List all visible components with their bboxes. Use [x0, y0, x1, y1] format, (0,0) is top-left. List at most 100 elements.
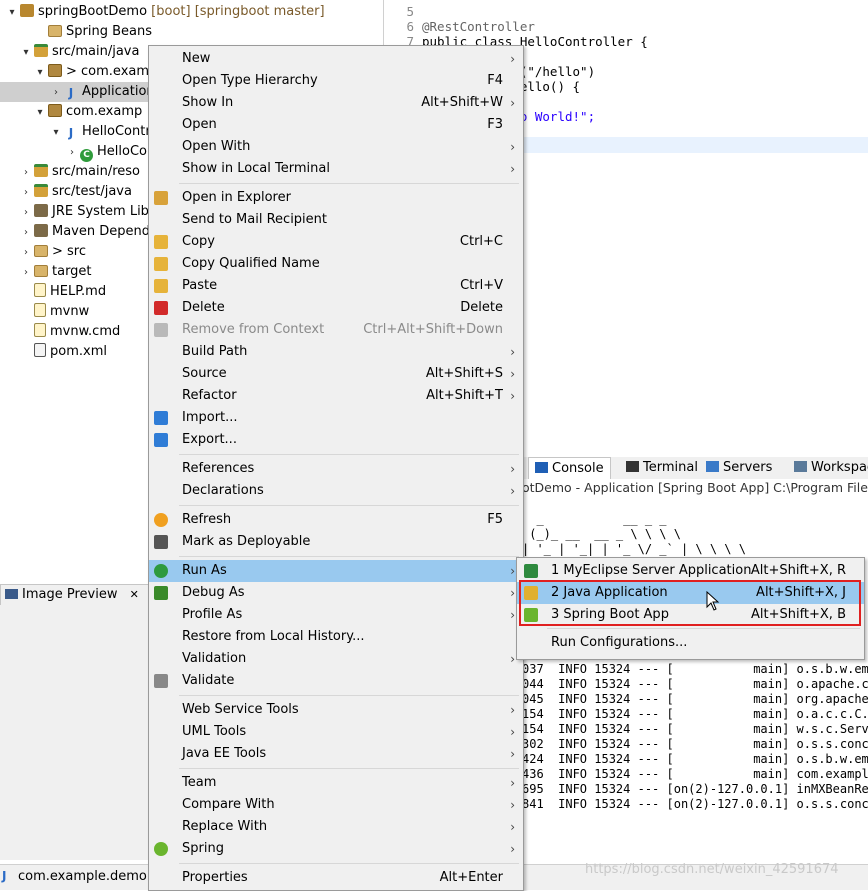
chevron-right-icon: ›: [510, 703, 515, 717]
tree-item[interactable]: › J Application: [0, 82, 155, 103]
menu-item-refactor[interactable]: Refactor Alt+Shift+T ›: [149, 385, 523, 407]
menu-item-validate[interactable]: Validate: [149, 670, 523, 692]
menu-item-uml-tools[interactable]: UML Tools ›: [149, 721, 523, 743]
library-icon: [34, 224, 48, 237]
tree-item[interactable]: ▾ src/main/java: [0, 42, 139, 62]
menu-item-references[interactable]: References ›: [149, 458, 523, 480]
expand-arrow-icon[interactable]: ›: [20, 183, 32, 203]
tab-image-preview[interactable]: Image Preview ✕: [0, 584, 150, 606]
console-banner-line: | '_ | '_| | '_ \/ _` | \ \ \ \: [522, 542, 746, 556]
menu-item-label: Open in Explorer: [182, 190, 291, 205]
menu-item-refresh[interactable]: Refresh F5: [149, 509, 523, 531]
menu-item-validation[interactable]: Validation ›: [149, 648, 523, 670]
expand-arrow-icon[interactable]: ›: [20, 203, 32, 223]
expand-arrow-icon[interactable]: ▾: [20, 43, 32, 63]
menu-item-spring[interactable]: Spring ›: [149, 838, 523, 860]
tree-item[interactable]: pom.xml: [0, 342, 107, 362]
menu-item-label: Import...: [182, 410, 238, 425]
paste-icon: [154, 279, 168, 293]
expand-arrow-icon[interactable]: ›: [20, 263, 32, 283]
menu-item-web-service-tools[interactable]: Web Service Tools ›: [149, 699, 523, 721]
menu-item-declarations[interactable]: Declarations ›: [149, 480, 523, 502]
menu-item-open-with[interactable]: Open With ›: [149, 136, 523, 158]
menu-item-replace-with[interactable]: Replace With ›: [149, 816, 523, 838]
menu-item-build-path[interactable]: Build Path ›: [149, 341, 523, 363]
tree-item[interactable]: ▾ com.examp: [0, 102, 142, 122]
expand-arrow-icon[interactable]: ›: [20, 223, 32, 243]
library-icon: [34, 204, 48, 217]
tree-item[interactable]: ▾ J HelloContr: [0, 122, 150, 143]
tree-item[interactable]: › C HelloCo: [0, 142, 147, 162]
menu-item-remove-from-context[interactable]: Remove from Context Ctrl+Alt+Shift+Down: [149, 319, 523, 341]
expand-arrow-icon[interactable]: ▾: [34, 63, 46, 83]
menu-item-label: Open With: [182, 139, 251, 154]
menu-item-label: Open: [182, 117, 217, 132]
console-log-line: 841 INFO 15324 --- [on(2)-127.0.0.1] o.s…: [522, 797, 868, 811]
menu-item-source[interactable]: Source Alt+Shift+S ›: [149, 363, 523, 385]
expand-arrow-icon[interactable]: ›: [50, 83, 62, 103]
menu-item-team[interactable]: Team ›: [149, 772, 523, 794]
expand-arrow-icon[interactable]: ›: [20, 163, 32, 183]
expand-arrow-icon[interactable]: ›: [66, 143, 78, 163]
tree-item[interactable]: › src/test/java: [0, 182, 132, 202]
tab-workspace[interactable]: Workspace: [794, 457, 868, 479]
expand-arrow-icon[interactable]: ▾: [34, 103, 46, 123]
menu-item-compare-with[interactable]: Compare With ›: [149, 794, 523, 816]
menu-item-paste[interactable]: Paste Ctrl+V: [149, 275, 523, 297]
menu-item-label: Refresh: [182, 512, 232, 527]
tree-item[interactable]: › src/main/reso: [0, 162, 140, 182]
tree-item[interactable]: › > src: [0, 242, 86, 262]
menu-item-java-ee-tools[interactable]: Java EE Tools ›: [149, 743, 523, 765]
tree-item[interactable]: ▾ springBootDemo [boot] [springboot maste…: [0, 2, 325, 22]
console-output[interactable]: _ __ _ _ (_)_ __ __ _ \ \ \ \ | '_ | '_| …: [522, 497, 868, 857]
menu-item-properties[interactable]: Properties Alt+Enter: [149, 867, 523, 889]
tree-item[interactable]: › Maven Depende: [0, 222, 158, 242]
tree-item-label: Maven Depende: [52, 224, 158, 239]
menu-item-delete[interactable]: Delete Delete: [149, 297, 523, 319]
expand-arrow-icon[interactable]: ▾: [6, 3, 18, 23]
file-icon: [34, 283, 46, 297]
xml-file-icon: [34, 343, 46, 357]
console-log-line: 302 INFO 15324 --- [ main] o.s.s.concu: [522, 737, 868, 751]
menu-item-show-in-local-terminal[interactable]: Show in Local Terminal ›: [149, 158, 523, 180]
menu-item-run-as[interactable]: Run As ›: [149, 560, 523, 582]
tab-terminal[interactable]: Terminal: [626, 457, 698, 479]
copy-icon: [154, 235, 168, 249]
menu-item-new[interactable]: New ›: [149, 48, 523, 70]
menu-item-shortcut: Ctrl+V: [460, 278, 503, 293]
menu-item-show-in[interactable]: Show In Alt+Shift+W ›: [149, 92, 523, 114]
tree-item[interactable]: mvnw.cmd: [0, 322, 120, 342]
menu-item-label: UML Tools: [182, 724, 247, 739]
tree-item-label: Application: [82, 84, 155, 99]
expand-arrow-icon[interactable]: ▾: [50, 123, 62, 143]
tree-item[interactable]: HELP.md: [0, 282, 106, 302]
highlight-box: [519, 580, 861, 626]
tab-console[interactable]: Console: [528, 457, 611, 480]
menu-item-send-to-mail-recipient[interactable]: Send to Mail Recipient: [149, 209, 523, 231]
menu-item-restore-from-local-history[interactable]: Restore from Local History...: [149, 626, 523, 648]
menu-item-export[interactable]: Export...: [149, 429, 523, 451]
menu-separator: [179, 505, 519, 506]
tree-item[interactable]: mvnw: [0, 302, 89, 322]
menu-item-mark-as-deployable[interactable]: Mark as Deployable: [149, 531, 523, 553]
menu-item-debug-as[interactable]: Debug As ›: [149, 582, 523, 604]
tab-servers[interactable]: Servers: [706, 457, 772, 479]
menu-item-open-type-hierarchy[interactable]: Open Type Hierarchy F4: [149, 70, 523, 92]
tree-item-label: > com.examp: [66, 64, 158, 79]
tree-item[interactable]: › JRE System Libra: [0, 202, 162, 222]
expand-arrow-icon[interactable]: ›: [20, 243, 32, 263]
tree-item[interactable]: › target: [0, 262, 92, 282]
menu-item-copy-qualified-name[interactable]: Copy Qualified Name: [149, 253, 523, 275]
menu-item-label: Team: [182, 775, 217, 790]
close-icon[interactable]: ✕: [130, 588, 139, 601]
tree-item[interactable]: Spring Beans: [0, 22, 152, 42]
tree-item[interactable]: ▾ > com.examp: [0, 62, 157, 82]
submenu-item-run-configurations[interactable]: Run Configurations...: [517, 632, 864, 654]
menu-item-open-in-explorer[interactable]: Open in Explorer: [149, 187, 523, 209]
menu-item-copy[interactable]: Copy Ctrl+C: [149, 231, 523, 253]
submenu-item-1-myeclipse-server-application[interactable]: 1 MyEclipse Server Application Alt+Shift+…: [517, 560, 864, 582]
chevron-right-icon: ›: [510, 140, 515, 154]
menu-item-open[interactable]: Open F3: [149, 114, 523, 136]
menu-item-profile-as[interactable]: Profile As ›: [149, 604, 523, 626]
menu-item-import[interactable]: Import...: [149, 407, 523, 429]
